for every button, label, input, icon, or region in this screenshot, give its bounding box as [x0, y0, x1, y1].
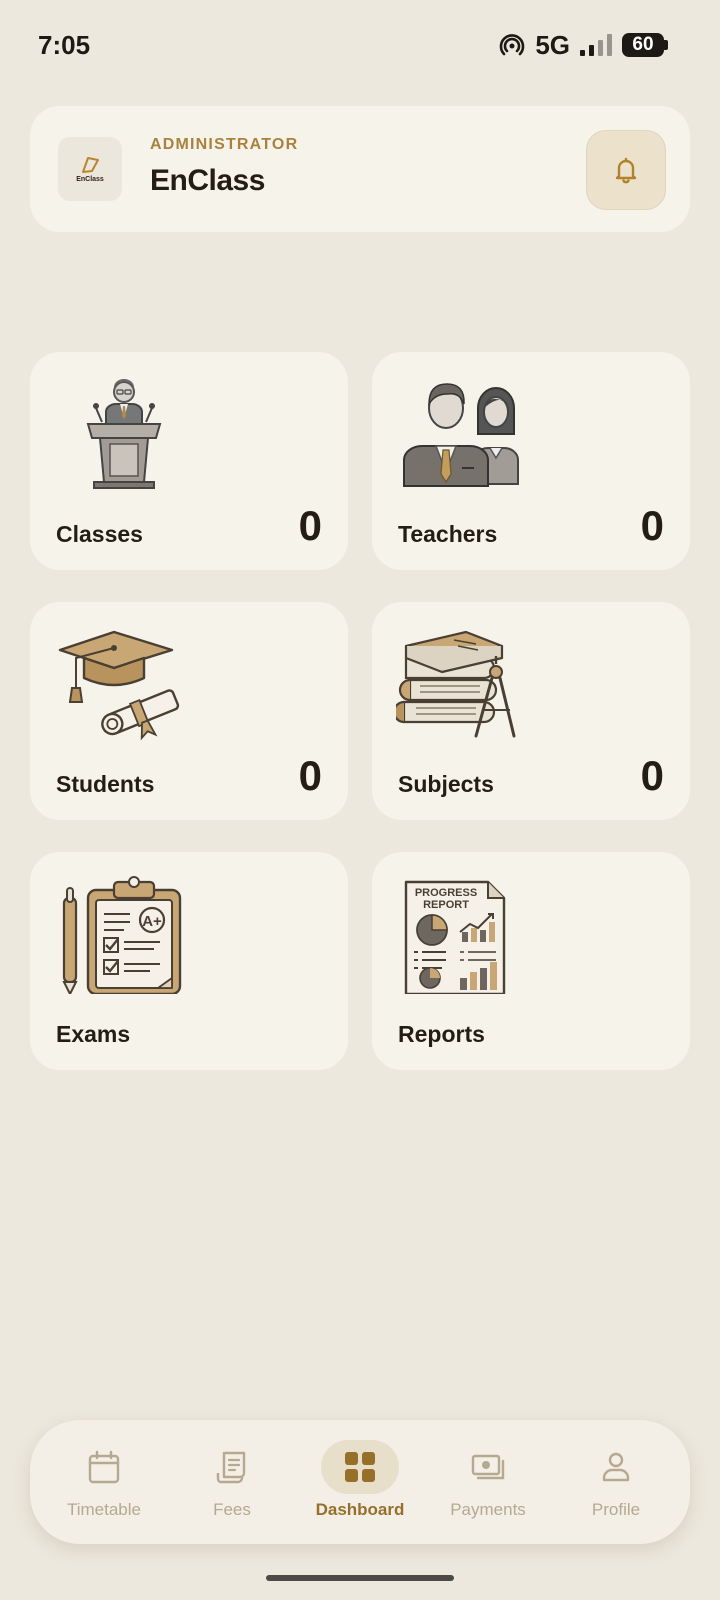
status-time: 7:05 [38, 30, 91, 60]
card-count: 0 [640, 502, 664, 549]
card-label: Exams [56, 1021, 131, 1047]
card-label: Subjects [398, 771, 494, 797]
nav-label: Timetable [66, 1500, 141, 1519]
nav-item-profile[interactable]: Profile [556, 1432, 676, 1532]
classes-card[interactable]: Classes 0 [30, 352, 348, 570]
signal-icon [580, 34, 612, 56]
card-count: 0 [640, 752, 664, 799]
nav-label: Profile [591, 1500, 641, 1519]
report-title-line1: PROGRESS [415, 887, 477, 899]
user-role: ADMINISTRATOR [150, 136, 299, 153]
nav-item-timetable[interactable]: Timetable [44, 1432, 164, 1532]
graduation-cap-icon [58, 630, 180, 741]
bottom-navigation: Timetable Fees Dashboard Payments Profil… [30, 1420, 690, 1544]
lectern-icon [86, 379, 162, 489]
notifications-button[interactable] [586, 130, 666, 210]
exams-card[interactable]: A+ Exams [30, 852, 348, 1070]
teachers-card[interactable]: Teachers 0 [372, 352, 690, 570]
card-label: Classes [56, 521, 143, 547]
home-indicator [266, 1575, 454, 1581]
nav-label: Dashboard [315, 1500, 405, 1519]
nav-item-fees[interactable]: Fees [172, 1432, 292, 1532]
hotspot-icon [500, 34, 525, 56]
app-logo: EnClass [58, 137, 122, 201]
card-label: Teachers [398, 521, 498, 547]
card-label: Students [56, 771, 155, 797]
cash-icon [471, 1454, 505, 1480]
nav-item-dashboard[interactable]: Dashboard [300, 1432, 420, 1532]
nav-label: Payments [450, 1500, 526, 1519]
subjects-card[interactable]: Subjects 0 [372, 602, 690, 820]
status-indicators: 5G 60 [499, 30, 668, 60]
person-icon [602, 1452, 630, 1482]
logo-mark-icon [82, 157, 99, 173]
nav-item-payments[interactable]: Payments [428, 1432, 548, 1532]
status-bar: 7:05 5G 60 [0, 0, 720, 90]
receipt-icon [216, 1451, 246, 1484]
students-card[interactable]: Students 0 [30, 602, 348, 820]
progress-report-icon: PROGRESS REPORT [404, 880, 506, 994]
nav-label: Fees [213, 1500, 251, 1519]
reports-card[interactable]: PROGRESS REPORT Reports [372, 852, 690, 1070]
logo-text: EnClass [76, 176, 104, 183]
header-card: EnClass ADMINISTRATOR EnClass [30, 106, 690, 232]
report-title-line2: REPORT [423, 899, 469, 911]
card-label: Reports [398, 1021, 485, 1047]
clipboard-exam-icon: A+ [62, 876, 182, 994]
card-count: 0 [298, 752, 322, 799]
network-label: 5G [535, 29, 570, 60]
grid-icon [345, 1452, 375, 1482]
calendar-icon [88, 1450, 120, 1484]
bell-icon [615, 157, 637, 184]
svg-text:A+: A+ [142, 913, 162, 930]
teachers-icon [403, 383, 519, 487]
battery-icon: 60 [622, 33, 668, 57]
card-count: 0 [298, 502, 322, 549]
books-icon [396, 630, 516, 738]
battery-level: 60 [622, 33, 664, 57]
app-title: EnClass [150, 164, 265, 197]
